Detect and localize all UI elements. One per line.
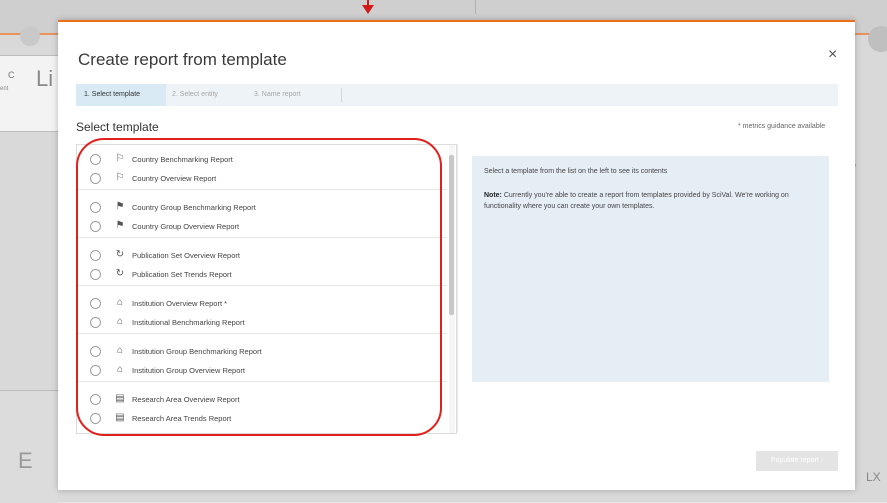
institution-group-icon: ⌂ (116, 345, 124, 356)
template-group-country: ⚐ Country Benchmarking Report ⚐ Country … (77, 145, 447, 190)
preview-hint: Select a template from the list on the l… (484, 168, 668, 175)
flags-icon: ⚑ (115, 201, 125, 212)
template-group-research-area: ▤ Research Area Overview Report ▤ Resear… (77, 383, 447, 433)
template-option[interactable]: ↻ Publication Set Trends Report (77, 265, 437, 283)
template-label: Institutional Benchmarking Report (132, 317, 245, 327)
step-select-entity: 2. Select entity (172, 91, 218, 98)
note-label: Note: (484, 192, 502, 199)
step-indicator: 1. Select template 2. Select entity 3. N… (76, 84, 838, 106)
radio-button[interactable] (90, 220, 101, 232)
radio-button[interactable] (90, 153, 101, 165)
template-group-publication-set: ↻ Publication Set Overview Report ↻ Publ… (77, 239, 447, 286)
template-option[interactable]: ⚑ Country Group Benchmarking Report (77, 198, 437, 216)
template-option[interactable]: ⌂ Institution Overview Report * (77, 294, 437, 312)
radio-button[interactable] (90, 412, 101, 424)
scrollbar-thumb[interactable] (449, 155, 454, 315)
template-option[interactable]: ▤ Research Area Overview Report (77, 390, 437, 408)
background-right-label: LX (866, 470, 881, 484)
template-option[interactable]: ⌂ Institution Group Benchmarking Report (77, 342, 437, 360)
populate-report-button[interactable]: Populate report › (756, 451, 838, 471)
modal-title: Create report from template (78, 50, 287, 69)
template-option[interactable]: ↻ Publication Set Overview Report (77, 246, 437, 264)
template-option[interactable]: ⌂ Institutional Benchmarking Report (77, 313, 437, 331)
radio-button[interactable] (90, 297, 101, 309)
template-group-institution: ⌂ Institution Overview Report * ⌂ Instit… (77, 287, 447, 334)
template-list[interactable]: ⚐ Country Benchmarking Report ⚐ Country … (76, 144, 457, 434)
template-label: Institution Group Overview Report (132, 365, 245, 375)
publication-set-icon: ↻ (115, 268, 125, 279)
note-text: Currently you're able to create a report… (484, 192, 789, 210)
template-label: Country Group Overview Report (132, 221, 240, 231)
radio-button[interactable] (90, 201, 101, 213)
institution-icon: ⌂ (116, 316, 124, 327)
research-area-icon: ▤ (115, 412, 125, 423)
template-label: Publication Set Overview Report (132, 250, 240, 260)
background-bottom-letter: E (18, 448, 33, 473)
background-divider (475, 0, 476, 14)
institution-icon: ⌂ (116, 297, 124, 308)
background-lower-panel (0, 390, 58, 503)
flag-icon: ⚐ (115, 172, 125, 183)
red-arrow-head (362, 5, 374, 14)
template-option[interactable]: ⌂ Institution Group Overview Report (77, 361, 437, 379)
template-option[interactable]: ⚐ Country Overview Report (77, 169, 437, 187)
radio-button[interactable] (90, 316, 101, 328)
template-label: Publication Set Trends Report (132, 269, 232, 279)
template-label: Country Benchmarking Report (132, 154, 233, 164)
background-avatar-left (20, 26, 40, 46)
background-panel-label: C (8, 70, 15, 80)
template-option[interactable]: ⚐ Country Benchmarking Report (77, 150, 437, 168)
step-name-report: 3. Name report (246, 84, 342, 106)
template-preview-panel: Select a template from the list on the l… (472, 156, 829, 382)
radio-button[interactable] (90, 364, 101, 376)
panel-divider (457, 144, 458, 432)
template-label: Research Area Overview Report (132, 394, 240, 404)
template-label: Country Overview Report (132, 173, 217, 183)
step-select-template[interactable]: 1. Select template (76, 84, 166, 106)
template-option[interactable]: ⚑ Country Group Overview Report (77, 217, 437, 235)
template-label: Institution Group Benchmarking Report (132, 346, 262, 356)
radio-button[interactable] (90, 249, 101, 261)
template-option[interactable]: ▤ Research Area Trends Report (77, 409, 437, 427)
flag-icon: ⚐ (115, 153, 125, 164)
template-group-institution-group: ⌂ Institution Group Benchmarking Report … (77, 335, 447, 382)
template-group-country-group: ⚑ Country Group Benchmarking Report ⚑ Co… (77, 191, 447, 238)
template-label: Country Group Benchmarking Report (132, 202, 256, 212)
radio-button[interactable] (90, 393, 101, 405)
radio-button[interactable] (90, 172, 101, 184)
metrics-guidance-note: * metrics guidance available (738, 123, 826, 130)
section-title: Select template (76, 120, 159, 134)
background-avatar-right (868, 26, 887, 52)
close-icon[interactable]: × (828, 46, 837, 64)
create-report-modal: Create report from template × 1. Select … (58, 20, 855, 490)
template-label: Research Area Trends Report (132, 413, 232, 423)
flags-icon: ⚑ (115, 220, 125, 231)
background-heading: Li (36, 66, 54, 91)
preview-note: Note: Currently you're able to create a … (484, 190, 824, 212)
publication-set-icon: ↻ (115, 249, 125, 260)
institution-group-icon: ⌂ (116, 364, 124, 375)
template-label: Institution Overview Report * (132, 298, 228, 308)
background-panel-sub: ent (0, 86, 9, 92)
research-area-icon: ▤ (115, 393, 125, 404)
radio-button[interactable] (90, 345, 101, 357)
radio-button[interactable] (90, 268, 101, 280)
